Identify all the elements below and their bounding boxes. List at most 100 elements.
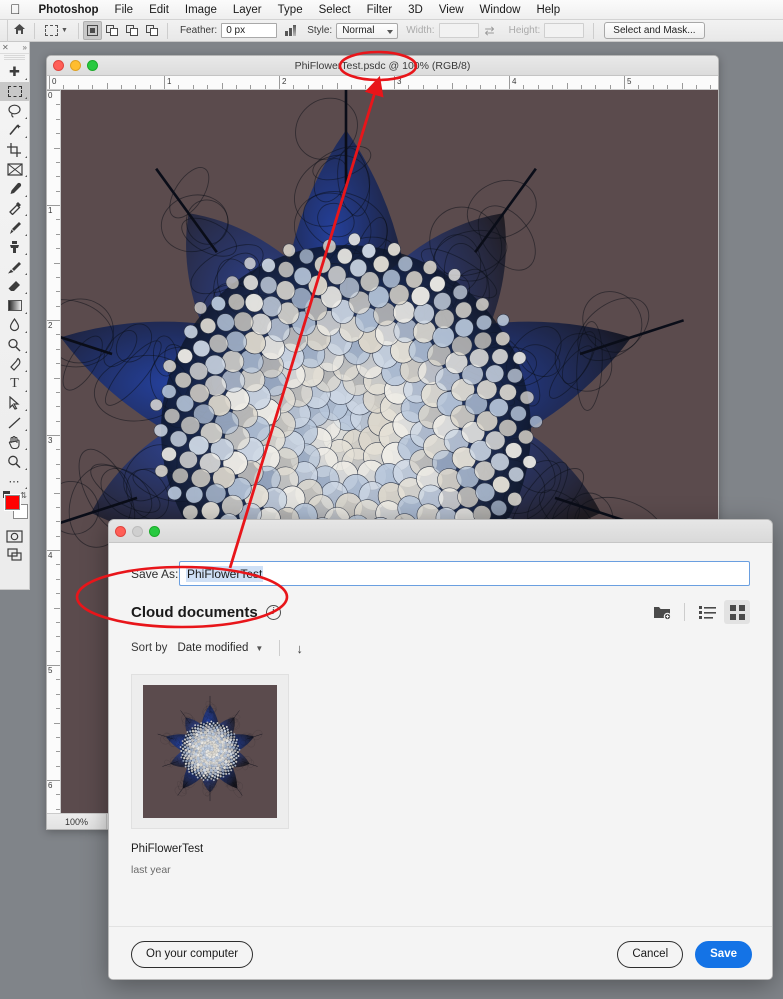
sort-direction-button[interactable]: ↓: [296, 641, 303, 656]
eyedropper-tool[interactable]: [0, 179, 29, 199]
screen-mode-icon: [7, 548, 23, 561]
menu-item-type[interactable]: Type: [270, 0, 311, 20]
rectangular-marquee-icon: [8, 86, 22, 97]
vertical-ruler[interactable]: 0123456: [47, 90, 61, 830]
anti-alias-icon[interactable]: [285, 25, 299, 36]
menu-item-view[interactable]: View: [431, 0, 472, 20]
ruler-tick: [49, 76, 50, 89]
ruler-tick: [56, 694, 60, 695]
dialog-titlebar[interactable]: [109, 520, 772, 543]
ruler-tick: [56, 449, 60, 450]
magnifier-icon: [7, 455, 22, 469]
eraser-tool[interactable]: [0, 277, 29, 297]
move-tool[interactable]: ✚: [0, 62, 29, 82]
type-tool[interactable]: T: [0, 374, 29, 394]
info-icon[interactable]: i: [266, 605, 281, 620]
ruler-label: 4: [48, 551, 52, 560]
home-icon[interactable]: [8, 23, 30, 38]
file-card[interactable]: PhiFlowerTest last year: [131, 674, 289, 876]
menu-item-layer[interactable]: Layer: [225, 0, 270, 20]
ruler-tick: [56, 191, 60, 192]
zoom-level[interactable]: 100%: [47, 814, 107, 830]
subtract-from-selection-button[interactable]: [123, 21, 142, 40]
new-folder-button[interactable]: [649, 600, 675, 624]
horizontal-ruler[interactable]: 012345: [47, 76, 719, 90]
quick-mask-button[interactable]: [0, 527, 29, 545]
crop-tool[interactable]: [0, 140, 29, 160]
chevron-down-icon: ▼: [255, 644, 263, 653]
ruler-tick: [495, 85, 496, 89]
apple-logo-icon[interactable]: : [6, 2, 31, 18]
ruler-tick: [56, 277, 60, 278]
height-input[interactable]: [544, 23, 584, 38]
double-chevron-right-icon[interactable]: »: [23, 43, 27, 52]
grid-view-button[interactable]: [724, 600, 750, 624]
save-as-input[interactable]: PhiFlowerTest: [179, 561, 750, 586]
cancel-button[interactable]: Cancel: [617, 941, 683, 968]
gradient-tool[interactable]: [0, 296, 29, 316]
ruler-tick: [56, 334, 60, 335]
menu-item-image[interactable]: Image: [177, 0, 225, 20]
blur-tool[interactable]: [0, 316, 29, 336]
ruler-tick: [394, 76, 395, 89]
line-tool[interactable]: [0, 413, 29, 433]
edit-toolbar-tool[interactable]: ⋯: [0, 472, 29, 492]
sort-by-select[interactable]: Date modified ▼: [177, 642, 263, 654]
select-and-mask-button[interactable]: Select and Mask...: [604, 22, 704, 39]
style-select[interactable]: Normal: [336, 23, 398, 39]
ruler-tick: [92, 85, 93, 89]
quick-selection-tool[interactable]: [0, 121, 29, 141]
ruler-tick: [56, 133, 60, 134]
swap-colors-icon[interactable]: ⇅: [20, 491, 27, 500]
intersect-with-selection-button[interactable]: [143, 21, 162, 40]
ruler-tick: [56, 766, 60, 767]
ruler-tick: [595, 85, 596, 89]
close-icon[interactable]: ✕: [2, 43, 9, 52]
ruler-tick: [56, 622, 60, 623]
swap-width-height-icon[interactable]: ⇄: [479, 24, 501, 38]
width-input[interactable]: [439, 23, 479, 38]
on-your-computer-button[interactable]: On your computer: [131, 941, 253, 968]
close-icon[interactable]: [115, 526, 126, 537]
new-selection-button[interactable]: [83, 21, 102, 40]
history-brush-tool[interactable]: [0, 257, 29, 277]
foreground-color-swatch[interactable]: [5, 495, 20, 510]
ruler-tick: [56, 564, 60, 565]
document-titlebar[interactable]: PhiFlowerTest.psdc @ 100% (RGB/8): [47, 56, 718, 76]
file-thumbnail[interactable]: [131, 674, 289, 829]
brush-icon: [7, 221, 22, 235]
frame-tool[interactable]: [0, 160, 29, 180]
menu-item-help[interactable]: Help: [528, 0, 568, 20]
path-selection-tool[interactable]: [0, 394, 29, 414]
pen-tool[interactable]: [0, 355, 29, 375]
menu-item-edit[interactable]: Edit: [141, 0, 177, 20]
hand-tool[interactable]: [0, 433, 29, 453]
ruler-tick: [56, 507, 60, 508]
spot-healing-brush-tool[interactable]: [0, 199, 29, 219]
dodge-tool[interactable]: [0, 335, 29, 355]
brush-tool[interactable]: [0, 218, 29, 238]
tool-preset-picker[interactable]: ▼: [39, 25, 74, 36]
menu-item-window[interactable]: Window: [472, 0, 529, 20]
menu-item-filter[interactable]: Filter: [359, 0, 401, 20]
screen-mode-button[interactable]: [0, 545, 29, 563]
zoom-tool[interactable]: [0, 452, 29, 472]
tool-options-bar: ▼ Feather: 0 px Style: Normal Width: ⇄ H…: [0, 20, 783, 42]
tools-panel-grip[interactable]: [4, 55, 25, 61]
ruler-tick: [56, 679, 60, 680]
ruler-tick: [56, 708, 60, 709]
zoom-icon[interactable]: [149, 526, 160, 537]
menu-item-file[interactable]: File: [107, 0, 142, 20]
menu-item-photoshop[interactable]: Photoshop: [31, 0, 107, 20]
ruler-label: 6: [48, 781, 52, 790]
menu-item-3d[interactable]: 3D: [400, 0, 431, 20]
feather-input[interactable]: 0 px: [221, 23, 277, 38]
lasso-tool[interactable]: [0, 101, 29, 121]
list-view-button[interactable]: [694, 600, 720, 624]
rectangular-marquee-tool[interactable]: [0, 82, 29, 102]
ruler-tick: [54, 378, 60, 379]
clone-stamp-tool[interactable]: [0, 238, 29, 258]
add-to-selection-button[interactable]: [103, 21, 122, 40]
menu-item-select[interactable]: Select: [311, 0, 359, 20]
save-button[interactable]: Save: [695, 941, 752, 968]
